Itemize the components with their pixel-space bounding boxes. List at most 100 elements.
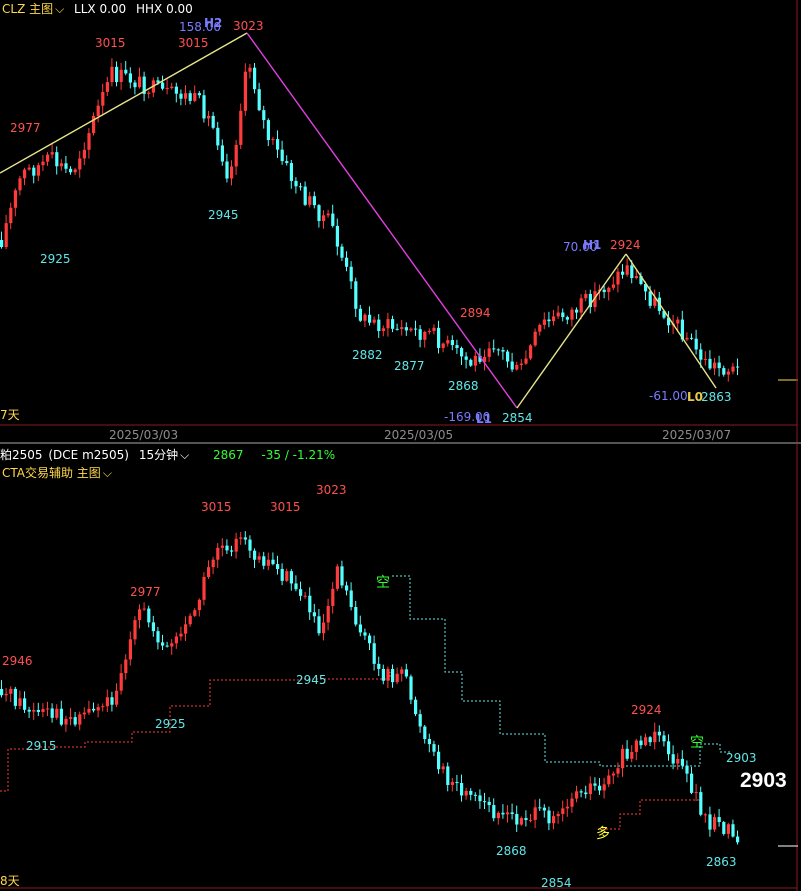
- candle-body: [437, 327, 441, 348]
- indicator-selector[interactable]: CLZ 主图 ⌵: [0, 2, 68, 16]
- stop-label-2903: 2903: [726, 751, 757, 765]
- candle-body: [41, 708, 45, 712]
- candle-body: [326, 213, 330, 216]
- period-selector[interactable]: 15分钟 ⌵: [139, 448, 193, 462]
- candle-body: [556, 814, 560, 817]
- candle-body: [418, 329, 422, 340]
- candle-body: [0, 689, 4, 696]
- candle-body: [289, 571, 293, 584]
- candle-body: [598, 785, 602, 791]
- top-chart-panel[interactable]: 3015 3015 3023 2977 2945 2925 2882 2877 …: [0, 0, 801, 442]
- candle-body: [41, 161, 45, 166]
- top-candlestick-chart[interactable]: 3015 3015 3023 2977 2945 2925 2882 2877 …: [0, 0, 801, 442]
- high-label-3015-a: 3015: [95, 36, 126, 50]
- candle-body: [294, 583, 298, 590]
- candle-body: [699, 349, 703, 360]
- candle-body: [179, 93, 183, 99]
- candle-body: [736, 366, 740, 368]
- candle-body: [312, 196, 316, 206]
- candle-body: [464, 356, 468, 360]
- candle-body: [363, 314, 367, 321]
- candle-body: [538, 324, 542, 332]
- candle-body: [156, 631, 160, 643]
- candle-body: [253, 550, 257, 560]
- candle-body: [101, 706, 105, 708]
- symbol-detail: (DCE m2505): [48, 448, 129, 462]
- candle-body: [87, 133, 91, 150]
- candle-body: [621, 271, 625, 275]
- high-label-2924: 2924: [610, 238, 641, 252]
- candle-body: [432, 744, 436, 752]
- candle-body: [634, 740, 638, 752]
- wave-line-up: [516, 253, 627, 409]
- candle-body: [565, 806, 569, 809]
- period-label: 15分钟: [138, 448, 179, 462]
- candle-body: [197, 93, 201, 96]
- candle-body: [690, 773, 694, 793]
- candle-body: [317, 205, 321, 221]
- candle-body: [36, 165, 40, 176]
- candle-body: [561, 312, 565, 318]
- indicator-selector[interactable]: CTA交易辅助 主图 ⌵: [0, 466, 112, 480]
- low-label-2868: 2868: [448, 379, 479, 393]
- candle-body: [340, 246, 344, 258]
- candle-body: [345, 257, 349, 267]
- low-label-2945: 2945: [208, 208, 239, 222]
- candle-body: [124, 69, 128, 74]
- candle-body: [9, 688, 13, 694]
- candle-body: [616, 768, 620, 774]
- bottom-candlestick-chart[interactable]: 3015 3015 3023 2977 2946 2945 2915 2925 …: [0, 444, 801, 891]
- candle-body: [579, 298, 583, 313]
- candle-body: [27, 709, 31, 712]
- candle-body: [699, 792, 703, 815]
- candle-body: [584, 293, 588, 299]
- candle-body: [510, 812, 514, 814]
- candle-body: [478, 795, 482, 802]
- candle-body: [262, 556, 266, 566]
- candle-body: [257, 556, 261, 560]
- candle-body: [501, 812, 505, 815]
- candle-body: [363, 632, 367, 636]
- candle-body: [395, 673, 399, 683]
- candle-body: [575, 791, 579, 799]
- candle-body: [174, 636, 178, 644]
- candle-body: [64, 163, 68, 169]
- candle-body: [501, 349, 505, 352]
- candle-body: [220, 145, 224, 162]
- candle-body: [722, 368, 726, 375]
- candle-body: [105, 697, 109, 707]
- candle-body: [266, 120, 270, 141]
- wave-l0-value: -61.00: [649, 389, 688, 403]
- candle-body: [414, 699, 418, 715]
- symbol-name[interactable]: 粕2505: [0, 448, 43, 462]
- candle-body: [331, 588, 335, 606]
- candle-body: [202, 576, 206, 600]
- candle-body: [285, 161, 289, 164]
- candle-body: [27, 167, 31, 170]
- candle-body: [538, 807, 542, 809]
- candle-body: [82, 149, 86, 159]
- candle-body: [119, 673, 123, 691]
- high-label-2977: 2977: [10, 121, 41, 135]
- candle-body: [216, 127, 220, 146]
- candle-body: [230, 166, 234, 179]
- candle-body: [354, 281, 358, 309]
- wave-h1-label: H1: [583, 238, 601, 252]
- candle-body: [138, 76, 142, 88]
- candle-body: [92, 115, 96, 134]
- candle-body: [280, 568, 284, 581]
- bottom-header: 粕2505 (DCE m2505) 15分钟 ⌵ 2867 -35 / -1.21…: [0, 446, 341, 464]
- long-signal-1: 多: [596, 825, 610, 842]
- candle-body: [13, 688, 17, 706]
- candle-body: [312, 612, 316, 617]
- bottom-indicator-row: CTA交易辅助 主图 ⌵: [0, 464, 118, 482]
- candle-body: [193, 93, 197, 101]
- candle-body: [280, 149, 284, 162]
- candle-body: [211, 559, 215, 568]
- bottom-chart-panel[interactable]: 3015 3015 3023 2977 2946 2945 2915 2925 …: [0, 444, 801, 891]
- indicator-name: CTA交易辅助 主图: [2, 466, 101, 480]
- candle-body: [726, 824, 730, 834]
- candle-body: [354, 607, 358, 625]
- date-label-2: 2025/03/05: [384, 428, 453, 442]
- candle-body: [492, 805, 496, 819]
